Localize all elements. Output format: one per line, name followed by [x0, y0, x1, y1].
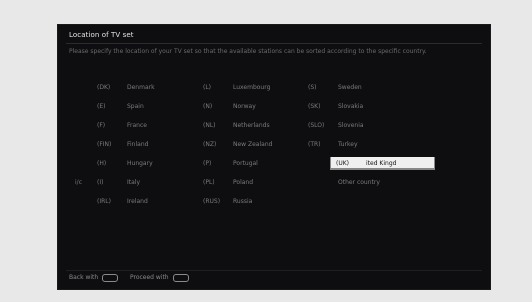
country-name: Ireland — [127, 198, 148, 205]
country-code: (L) — [203, 84, 212, 91]
country-name: Norway — [233, 103, 256, 110]
back-key-icon[interactable] — [102, 273, 119, 282]
country-name: Poland — [233, 179, 254, 186]
country-option-s[interactable]: (S) Sweden — [308, 81, 408, 94]
country-name: Portugal — [233, 160, 258, 167]
current-location-marker: i/c — [75, 179, 82, 186]
country-option-n[interactable]: (N) Norway — [203, 100, 303, 113]
country-option-p[interactable]: (P) Portugal — [203, 157, 303, 170]
country-option-h[interactable]: (H) Hungary — [97, 157, 197, 170]
country-option-i[interactable]: (I) Italy — [97, 176, 197, 189]
page-title: Location of TV set — [69, 31, 134, 39]
grid-row: (F) France (NL) Netherlands (SLO) Sloven… — [58, 119, 490, 134]
country-code: (IRL) — [97, 198, 111, 205]
country-code: (E) — [97, 103, 106, 110]
country-name: France — [127, 122, 147, 129]
proceed-hint-label: Proceed with — [129, 274, 169, 281]
country-code: (DK) — [97, 84, 111, 91]
country-name: Slovenia — [338, 122, 364, 129]
title-divider — [66, 43, 482, 44]
country-name: Spain — [127, 103, 144, 110]
country-option-rus[interactable]: (RUS) Russia — [203, 195, 303, 208]
country-name: Sweden — [338, 84, 362, 91]
country-code: (N) — [203, 103, 213, 110]
country-code: (NL) — [203, 122, 216, 129]
country-code: (H) — [97, 160, 107, 167]
country-name: Hungary — [127, 160, 153, 167]
grid-row: (DK) Denmark (L) Luxembourg (S) Sweden — [58, 81, 490, 96]
country-option-slo[interactable]: (SLO) Slovenia — [308, 119, 408, 132]
country-code: (P) — [203, 160, 212, 167]
country-option-fin[interactable]: (FIN) Finland — [97, 138, 197, 151]
country-option-nl[interactable]: (NL) Netherlands — [203, 119, 303, 132]
country-name: Other country — [338, 179, 380, 186]
country-option-uk-selected[interactable]: (UK) ited Kingd — [330, 157, 435, 170]
grid-row: (FIN) Finland (NZ) New Zealand (TR) Turk… — [58, 138, 490, 153]
country-name: New Zealand — [233, 141, 273, 148]
country-code: (SK) — [308, 103, 321, 110]
country-code: (F) — [97, 122, 106, 129]
country-name: Slovakia — [338, 103, 364, 110]
country-code: (RUS) — [203, 198, 221, 205]
country-name: Denmark — [127, 84, 155, 91]
country-name: Luxembourg — [233, 84, 271, 91]
country-code: (SLO) — [308, 122, 325, 129]
country-code: (NZ) — [203, 141, 217, 148]
back-hint-label: Back with — [69, 274, 99, 281]
description-text: Please specify the location of your TV s… — [69, 48, 427, 55]
country-code: (TR) — [308, 141, 321, 148]
tv-menu-panel: Location of TV set Please specify the lo… — [58, 25, 490, 289]
country-code: (I) — [97, 179, 104, 186]
country-option-l[interactable]: (L) Luxembourg — [203, 81, 303, 94]
country-option-pl[interactable]: (PL) Poland — [203, 176, 303, 189]
grid-row: (IRL) Ireland (RUS) Russia — [58, 195, 490, 210]
footer-hints: Back with Proceed with — [69, 273, 191, 283]
country-option-sk[interactable]: (SK) Slovakia — [308, 100, 408, 113]
country-code: (UK) — [336, 160, 350, 167]
country-name: Turkey — [338, 141, 358, 148]
country-name: Russia — [233, 198, 253, 205]
country-option-dk[interactable]: (DK) Denmark — [97, 81, 197, 94]
country-option-other[interactable]: Other country — [308, 176, 408, 189]
ok-key-icon[interactable] — [172, 273, 189, 282]
country-code: (FIN) — [97, 141, 112, 148]
country-code: (S) — [308, 84, 317, 91]
country-option-f[interactable]: (F) France — [97, 119, 197, 132]
grid-row: (E) Spain (N) Norway (SK) Slovakia — [58, 100, 490, 115]
country-name: Netherlands — [233, 122, 270, 129]
country-option-e[interactable]: (E) Spain — [97, 100, 197, 113]
country-name: ited Kingd — [366, 160, 397, 167]
grid-row: i/c (I) Italy (PL) Poland Other country — [58, 176, 490, 191]
grid-row: (H) Hungary (P) Portugal (UK) ited Kingd — [58, 157, 490, 172]
country-name: Finland — [127, 141, 149, 148]
country-code: (PL) — [203, 179, 215, 186]
country-option-tr[interactable]: (TR) Turkey — [308, 138, 408, 151]
country-option-irl[interactable]: (IRL) Ireland — [97, 195, 197, 208]
country-name: Italy — [127, 179, 141, 186]
footer-divider — [66, 270, 482, 271]
country-option-nz[interactable]: (NZ) New Zealand — [203, 138, 303, 151]
